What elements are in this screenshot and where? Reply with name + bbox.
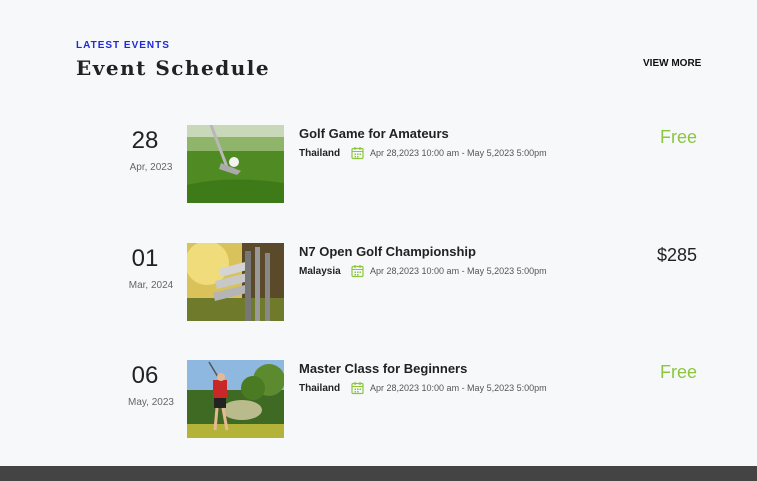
section-eyebrow: LATEST EVENTS: [76, 40, 170, 51]
event-item: 01 Mar, 2024 N7 Open Golf Championship M…: [0, 243, 757, 323]
event-day: 01: [131, 245, 159, 272]
event-title[interactable]: N7 Open Golf Championship: [299, 244, 476, 259]
event-day: 06: [131, 362, 159, 389]
event-month: May, 2023: [128, 397, 174, 408]
event-datetime: Apr 28,2023 10:00 am - May 5,2023 5:00pm: [370, 266, 547, 276]
event-image-golf-ball[interactable]: [187, 125, 284, 203]
event-item: 28 Apr, 2023 Golf Game for Amateurs Thai…: [0, 125, 757, 205]
calendar-icon: [351, 146, 364, 165]
calendar-icon: [351, 264, 364, 283]
event-image-golf-clubs[interactable]: [187, 243, 284, 321]
event-title[interactable]: Master Class for Beginners: [299, 361, 467, 376]
event-title[interactable]: Golf Game for Amateurs: [299, 126, 449, 141]
event-price: Free: [659, 127, 697, 147]
calendar-icon: [351, 381, 364, 400]
event-location: Thailand: [299, 148, 341, 159]
event-datetime: Apr 28,2023 10:00 am - May 5,2023 5:00pm: [370, 383, 547, 393]
view-more-link[interactable]: VIEW MORE: [643, 58, 701, 69]
event-price: Free: [659, 362, 697, 382]
footer-bar: [0, 466, 757, 481]
event-month: Apr, 2023: [129, 162, 173, 173]
event-location: Malaysia: [299, 266, 341, 277]
section-title: Event Schedule: [76, 56, 271, 80]
event-location: Thailand: [299, 383, 341, 394]
event-image-golfer[interactable]: [187, 360, 284, 438]
event-item: 06 May, 2023 Master Class for Beginners …: [0, 360, 757, 440]
event-month: Mar, 2024: [128, 280, 174, 291]
event-price: $285: [656, 245, 697, 265]
event-day: 28: [131, 127, 159, 154]
event-datetime: Apr 28,2023 10:00 am - May 5,2023 5:00pm: [370, 148, 547, 158]
